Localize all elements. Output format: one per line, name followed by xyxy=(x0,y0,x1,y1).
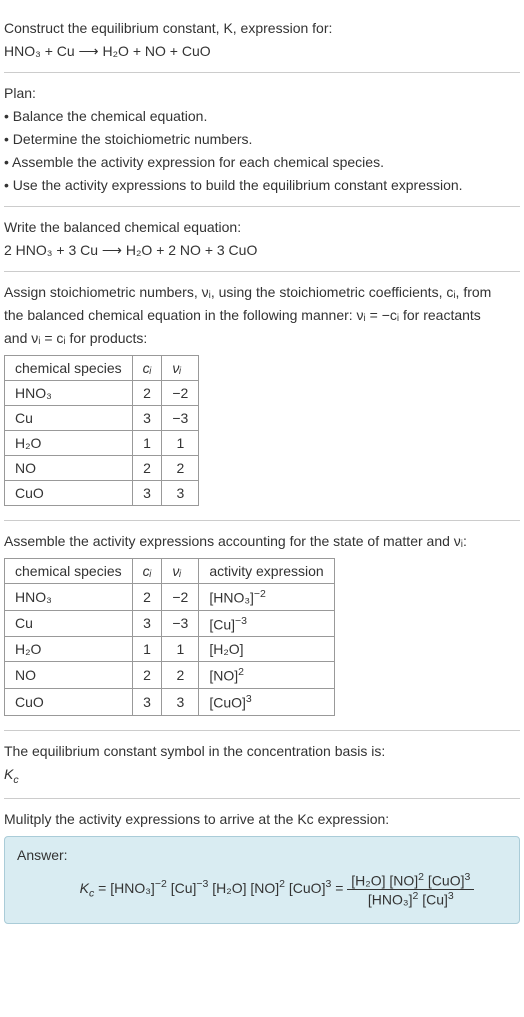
activity-cell: [H₂O] xyxy=(199,637,334,662)
stoichiometry-table: chemical species cᵢ νᵢ HNO₃ 2 −2 Cu 3 −3… xyxy=(4,355,199,506)
vi-cell: 1 xyxy=(162,637,199,662)
activity-table: chemical species cᵢ νᵢ activity expressi… xyxy=(4,558,335,716)
table-row: H₂O 1 1 xyxy=(5,431,199,456)
ci-cell: 2 xyxy=(132,381,162,406)
table-header-row: chemical species cᵢ νᵢ xyxy=(5,356,199,381)
stoich-intro-2: the balanced chemical equation in the fo… xyxy=(4,305,520,326)
ci-cell: 2 xyxy=(132,662,162,689)
activity-intro: Assemble the activity expressions accoun… xyxy=(4,531,520,552)
col-vi: νᵢ xyxy=(162,356,199,381)
ci-cell: 3 xyxy=(132,610,162,637)
ci-cell: 2 xyxy=(132,456,162,481)
species-cell: NO xyxy=(5,456,133,481)
species-cell: HNO₃ xyxy=(5,381,133,406)
vi-cell: −2 xyxy=(162,381,199,406)
numerator: [H₂O] [NO]2 [CuO]3 xyxy=(347,871,474,890)
species-cell: H₂O xyxy=(5,431,133,456)
activity-cell: [NO]2 xyxy=(199,662,334,689)
activity-cell: [Cu]−3 xyxy=(199,610,334,637)
col-ci: cᵢ xyxy=(132,356,162,381)
problem-statement: Construct the equilibrium constant, K, e… xyxy=(4,8,520,73)
plan-step-3: • Assemble the activity expression for e… xyxy=(4,152,520,173)
ci-cell: 3 xyxy=(132,406,162,431)
species-cell: CuO xyxy=(5,481,133,506)
vi-cell: −3 xyxy=(162,406,199,431)
table-row: H₂O 1 1 [H₂O] xyxy=(5,637,335,662)
symbol-section: The equilibrium constant symbol in the c… xyxy=(4,731,520,800)
vi-cell: 1 xyxy=(162,431,199,456)
result-intro: Mulitply the activity expressions to arr… xyxy=(4,809,520,830)
plan-section: Plan: • Balance the chemical equation. •… xyxy=(4,73,520,207)
table-row: NO 2 2 [NO]2 xyxy=(5,662,335,689)
table-row: CuO 3 3 [CuO]3 xyxy=(5,688,335,715)
table-row: Cu 3 −3 xyxy=(5,406,199,431)
balanced-equation: 2 HNO₃ + 3 Cu ⟶ H₂O + 2 NO + 3 CuO xyxy=(4,240,520,261)
vi-cell: 3 xyxy=(162,688,199,715)
species-cell: Cu xyxy=(5,610,133,637)
stoich-intro-1: Assign stoichiometric numbers, νᵢ, using… xyxy=(4,282,520,303)
plan-step-4: • Use the activity expressions to build … xyxy=(4,175,520,196)
plan-step-1: • Balance the chemical equation. xyxy=(4,106,520,127)
species-cell: NO xyxy=(5,662,133,689)
stoich-intro-3: and νᵢ = cᵢ for products: xyxy=(4,328,520,349)
stoichiometry-section: Assign stoichiometric numbers, νᵢ, using… xyxy=(4,272,520,521)
table-row: HNO₃ 2 −2 [HNO₃]−2 xyxy=(5,584,335,611)
fraction: [H₂O] [NO]2 [CuO]3[HNO₃]2 [Cu]3 xyxy=(347,871,474,907)
table-row: Cu 3 −3 [Cu]−3 xyxy=(5,610,335,637)
col-vi: νᵢ xyxy=(162,559,199,584)
problem-line-1: Construct the equilibrium constant, K, e… xyxy=(4,18,520,39)
col-species: chemical species xyxy=(5,559,133,584)
activity-cell: [CuO]3 xyxy=(199,688,334,715)
vi-cell: −2 xyxy=(162,584,199,611)
result-section: Mulitply the activity expressions to arr… xyxy=(4,799,520,932)
symbol-intro: The equilibrium constant symbol in the c… xyxy=(4,741,520,762)
vi-cell: −3 xyxy=(162,610,199,637)
activity-cell: [HNO₃]−2 xyxy=(199,584,334,611)
balanced-heading: Write the balanced chemical equation: xyxy=(4,217,520,238)
species-cell: CuO xyxy=(5,688,133,715)
col-species: chemical species xyxy=(5,356,133,381)
ci-cell: 1 xyxy=(132,637,162,662)
problem-equation: HNO₃ + Cu ⟶ H₂O + NO + CuO xyxy=(4,41,520,62)
col-ci: cᵢ xyxy=(132,559,162,584)
species-cell: HNO₃ xyxy=(5,584,133,611)
answer-label: Answer: xyxy=(17,847,507,863)
denominator: [HNO₃]2 [Cu]3 xyxy=(347,890,474,908)
answer-box: Answer: Kc = [HNO₃]−2 [Cu]−3 [H₂O] [NO]2… xyxy=(4,836,520,924)
ci-cell: 2 xyxy=(132,584,162,611)
ci-cell: 1 xyxy=(132,431,162,456)
vi-cell: 2 xyxy=(162,456,199,481)
ci-cell: 3 xyxy=(132,481,162,506)
vi-cell: 3 xyxy=(162,481,199,506)
plan-heading: Plan: xyxy=(4,83,520,104)
plan-step-2: • Determine the stoichiometric numbers. xyxy=(4,129,520,150)
ci-cell: 3 xyxy=(132,688,162,715)
table-row: NO 2 2 xyxy=(5,456,199,481)
species-cell: H₂O xyxy=(5,637,133,662)
balanced-equation-section: Write the balanced chemical equation: 2 … xyxy=(4,207,520,272)
kc-symbol: Kc xyxy=(4,764,520,789)
vi-cell: 2 xyxy=(162,662,199,689)
table-header-row: chemical species cᵢ νᵢ activity expressi… xyxy=(5,559,335,584)
table-row: HNO₃ 2 −2 xyxy=(5,381,199,406)
kc-expression: Kc = [HNO₃]−2 [Cu]−3 [H₂O] [NO]2 [CuO]3 … xyxy=(17,871,507,907)
activity-section: Assemble the activity expressions accoun… xyxy=(4,521,520,731)
table-row: CuO 3 3 xyxy=(5,481,199,506)
species-cell: Cu xyxy=(5,406,133,431)
col-activity: activity expression xyxy=(199,559,334,584)
